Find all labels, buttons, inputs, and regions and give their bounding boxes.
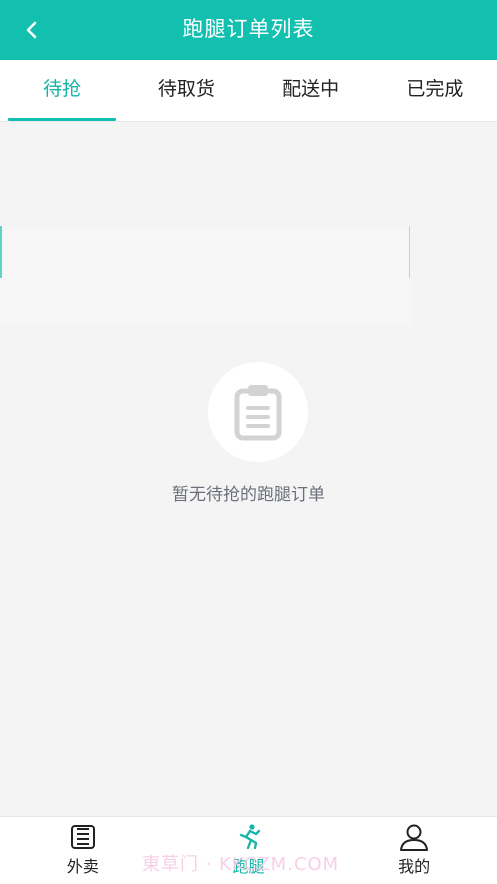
clipboard-icon bbox=[234, 385, 282, 441]
tab-delivering[interactable]: 配送中 bbox=[249, 60, 373, 121]
bottom-navigation: 外卖 跑腿 我的 bbox=[0, 816, 497, 884]
page-title: 跑腿订单列表 bbox=[182, 17, 315, 41]
tab-pending-pickup[interactable]: 待取货 bbox=[124, 60, 248, 121]
nav-label-mine: 我的 bbox=[398, 857, 431, 876]
placeholder-card-edge bbox=[409, 226, 410, 278]
nav-label-errand: 跑腿 bbox=[232, 857, 265, 876]
nav-item-mine[interactable]: 我的 bbox=[331, 817, 497, 884]
placeholder-card bbox=[0, 226, 410, 326]
empty-state-message: 暂无待抢的跑腿订单 bbox=[172, 485, 325, 505]
placeholder-card-edge bbox=[0, 226, 2, 278]
tab-pending-grab[interactable]: 待抢 bbox=[0, 60, 124, 121]
empty-state-icon-circle bbox=[208, 362, 308, 462]
nav-label-takeout: 外卖 bbox=[66, 857, 99, 876]
app-header: 跑腿订单列表 bbox=[0, 0, 497, 60]
nav-item-errand[interactable]: 跑腿 bbox=[166, 817, 332, 884]
order-status-tabs: 待抢 待取货 配送中 已完成 bbox=[0, 60, 497, 122]
nav-item-takeout[interactable]: 外卖 bbox=[0, 817, 166, 884]
list-document-icon bbox=[70, 825, 95, 849]
tab-completed[interactable]: 已完成 bbox=[373, 60, 497, 121]
person-icon bbox=[400, 824, 429, 851]
runner-icon bbox=[239, 824, 260, 850]
